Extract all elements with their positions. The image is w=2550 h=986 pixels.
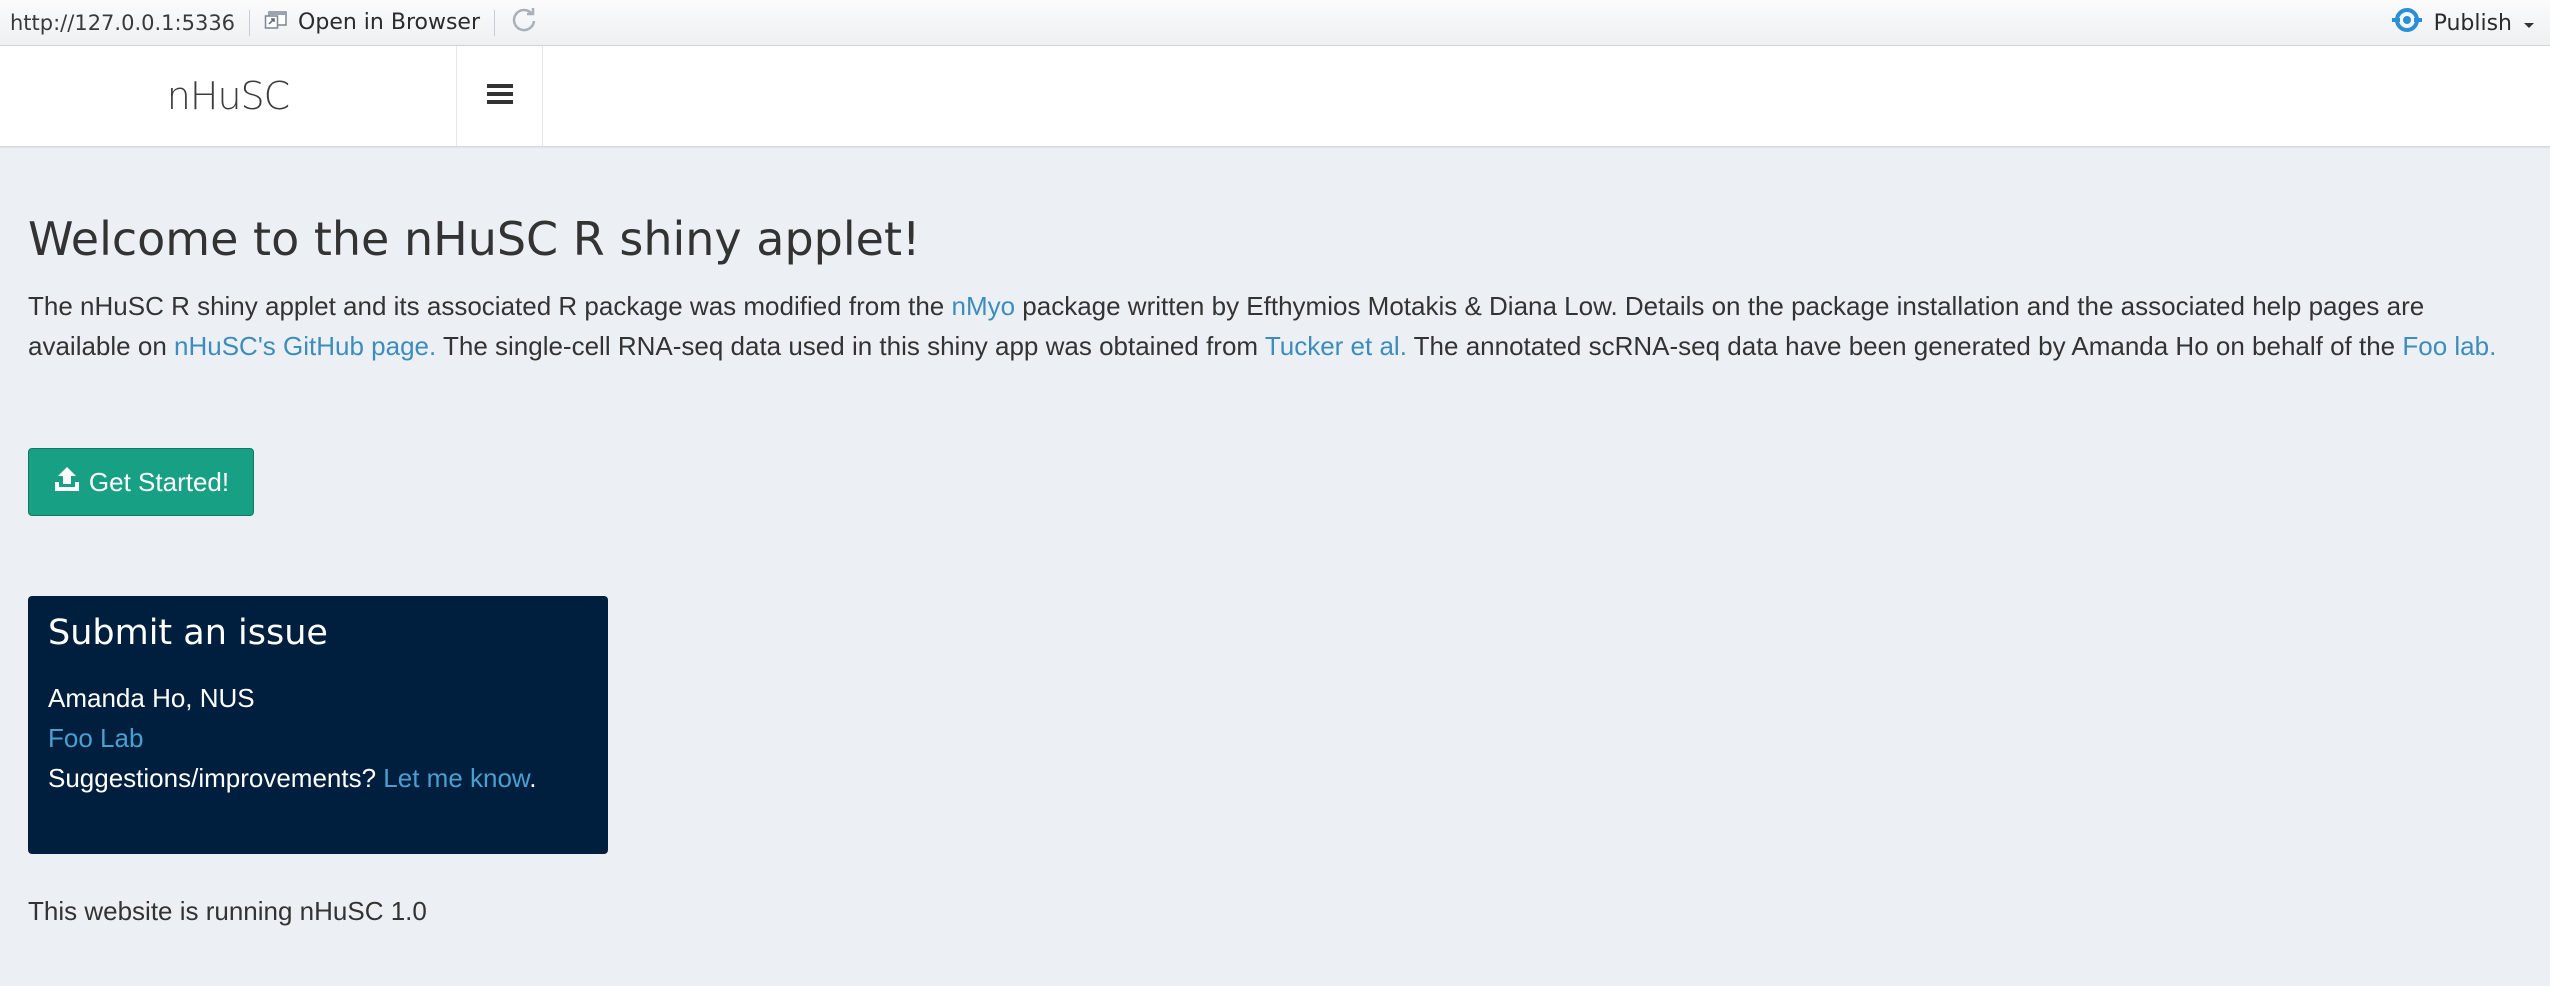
foo-lab-page-link[interactable]: Foo Lab [48,723,143,753]
foo-lab-link[interactable]: Foo lab. [2402,331,2496,361]
let-me-know-link[interactable]: Let me know [383,763,529,793]
issue-author: Amanda Ho, NUS [48,683,255,713]
get-started-label: Get Started! [88,466,230,497]
toolbar-divider [494,9,495,36]
viewer-url: http://127.0.0.1:5336 [10,10,236,35]
intro-paragraph: The nHuSC R shiny applet and its associa… [28,286,2528,366]
intro-text-1: The nHuSC R shiny applet and its associa… [28,291,952,321]
issue-box-title: Submit an issue [48,613,328,653]
app-header: nHuSC [0,46,2550,147]
chevron-down-icon [2522,11,2536,36]
sidebar-toggle[interactable] [457,46,543,146]
page-title: Welcome to the nHuSC R shiny applet! [28,212,921,266]
publish-icon [2390,6,2424,40]
version-text: This website is running nHuSC 1.0 [28,896,427,926]
publish-label: Publish [2433,10,2512,36]
submit-issue-box: Submit an issue Amanda Ho, NUS Foo Lab S… [28,596,608,854]
suggestions-period: . [529,763,537,793]
get-started-button[interactable]: Get Started! [28,448,254,516]
window-icon [264,10,288,36]
brand-logo[interactable]: nHuSC [0,46,457,146]
intro-text-3: The single-cell RNA-seq data used in thi… [436,331,1265,361]
upload-icon [53,465,81,500]
toolbar-divider [249,9,251,36]
intro-text-4: The annotated scRNA-seq data have been g… [1406,331,2403,361]
github-link[interactable]: nHuSC's GitHub page. [174,331,436,361]
tucker-link[interactable]: Tucker et al. [1265,331,1407,361]
open-in-browser-label: Open in Browser [298,10,480,35]
hamburger-icon [486,83,513,110]
refresh-button[interactable] [509,5,539,41]
nmyo-link[interactable]: nMyo [951,291,1015,321]
open-in-browser-button[interactable]: Open in Browser [264,10,480,36]
refresh-icon [509,5,539,41]
viewer-toolbar: http://127.0.0.1:5336 Open in Browser Pu… [0,0,2550,46]
suggestions-line: Suggestions/improvements? Let me know. [48,758,588,798]
publish-button[interactable]: Publish [2390,0,2536,46]
suggestions-text: Suggestions/improvements? [48,763,384,793]
